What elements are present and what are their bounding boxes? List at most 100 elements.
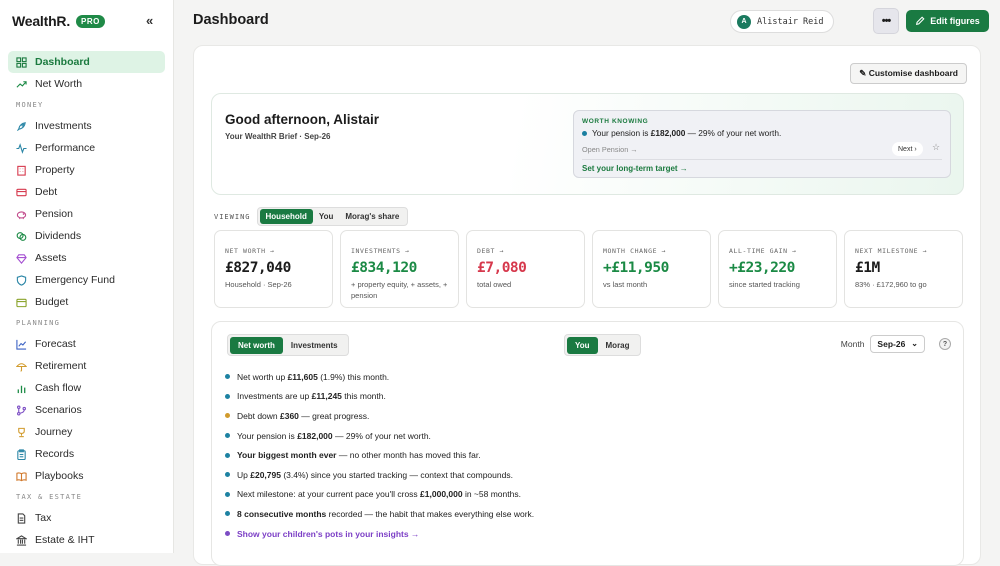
sidebar-item-label: Performance: [35, 142, 96, 154]
worth-knowing-text: Your pension is £182,000 — 29% of your n…: [582, 128, 781, 138]
bullet-dot: [225, 433, 230, 439]
sidebar-item-playbooks[interactable]: Playbooks: [8, 465, 165, 487]
metric-sub: Household · Sep-26: [225, 280, 292, 289]
rocket-icon: [16, 121, 26, 131]
tab-morag[interactable]: Morag: [598, 337, 638, 354]
sidebar-item-forecast[interactable]: Forecast: [8, 333, 165, 355]
edit-figures-button[interactable]: Edit figures: [906, 10, 989, 32]
metric-value: £1M: [855, 260, 880, 276]
sidebar-item-property[interactable]: Property: [8, 159, 165, 181]
sidebar-item-investments[interactable]: Investments: [8, 115, 165, 137]
list-item: Show your children's pots in your insigh…: [225, 524, 534, 544]
metric-sub: vs last month: [603, 280, 648, 289]
chevron-down-icon: ⌄: [911, 339, 918, 348]
tab-you[interactable]: You: [567, 336, 598, 354]
viewing-household[interactable]: Household: [259, 209, 313, 224]
text-bold: £11,245: [311, 391, 342, 402]
sidebar-item-label: Investments: [35, 120, 92, 132]
metric-debt[interactable]: DEBT → £7,080 total owed: [466, 230, 585, 308]
metric-month-change[interactable]: MONTH CHANGE → +£11,950 vs last month: [592, 230, 711, 308]
star-icon[interactable]: ☆: [932, 142, 940, 153]
pulse-icon: [16, 142, 27, 154]
bullet-dot: [582, 130, 587, 136]
text-part: Investments are up: [237, 391, 312, 402]
sidebar-item-emergency-fund[interactable]: Emergency Fund: [8, 269, 165, 291]
collapse-sidebar-icon[interactable]: «: [146, 13, 153, 28]
customise-dashboard-button[interactable]: ✎ Customise dashboard: [850, 63, 967, 84]
insights-tabs: Net worth Investments: [227, 334, 349, 356]
sidebar-item-retirement[interactable]: Retirement: [8, 355, 165, 377]
set-target-link[interactable]: Set your long-term target →: [582, 164, 688, 173]
text-bold: 8 consecutive months: [237, 508, 327, 519]
metric-label: NEXT MILESTONE →: [855, 247, 928, 255]
text-part: — 29% of your net worth.: [332, 430, 431, 441]
open-pension-link[interactable]: Open Pension →: [582, 145, 638, 154]
text-part: — 29% of your net worth.: [685, 128, 782, 138]
sidebar-item-tax[interactable]: Tax: [8, 507, 165, 529]
tab-net-worth[interactable]: Net worth: [230, 336, 283, 354]
text-part: recorded — the habit that makes everythi…: [326, 508, 535, 519]
greeting-subtitle: Your WealthR Brief · Sep-26: [225, 132, 331, 141]
sidebar-item-performance[interactable]: Performance: [8, 137, 165, 159]
brand-name: WealthR.: [12, 13, 71, 29]
user-menu[interactable]: A Alistair Reid: [730, 10, 834, 33]
text-part: (3.4%) since you started tracking — cont…: [280, 469, 513, 480]
metric-investments[interactable]: INVESTMENTS → £834,120 + property equity…: [340, 230, 459, 308]
brand[interactable]: WealthR. PRO: [12, 13, 105, 29]
viewing-morag-share[interactable]: Morag's share: [339, 209, 405, 224]
list-item: Up £20,795 (3.4%) since you started trac…: [225, 465, 534, 485]
credit-card-icon: [16, 188, 27, 196]
bank-icon: [16, 534, 27, 546]
sidebar-item-debt[interactable]: Debt: [8, 181, 165, 203]
text-bold: £182,000: [297, 430, 333, 441]
sidebar-item-journey[interactable]: Journey: [8, 421, 165, 443]
viewing-selector: VIEWING Household You Morag's share: [214, 207, 409, 226]
sidebar: WealthR. PRO « Dashboard Net Worth MONEY…: [0, 0, 174, 553]
divider: [582, 159, 942, 160]
sidebar-item-dividends[interactable]: Dividends: [8, 225, 165, 247]
sidebar-item-label: Records: [35, 448, 75, 460]
sidebar-item-net-worth[interactable]: Net Worth: [8, 73, 165, 95]
bullet-dot: [225, 472, 230, 478]
bullet-dot: [225, 374, 230, 380]
metric-net-worth[interactable]: NET WORTH → £827,040 Household · Sep-26: [214, 230, 333, 308]
metric-label: ALL-TIME GAIN →: [729, 247, 797, 255]
text-part: Your pension is: [592, 128, 651, 138]
show-children-pots-link[interactable]: Show your children's pots in your insigh…: [237, 529, 419, 539]
chart-line-icon: [16, 339, 27, 350]
metric-sub: since started tracking: [729, 280, 800, 289]
text-part: — great progress.: [298, 410, 370, 421]
bullet-dot: [225, 393, 230, 399]
sidebar-item-label: Property: [35, 164, 75, 176]
month-select[interactable]: Sep-26 ⌄: [870, 335, 925, 353]
next-insight-button[interactable]: Next ›: [892, 142, 923, 156]
text-bold: Your biggest month ever: [237, 450, 337, 461]
sidebar-item-dashboard[interactable]: Dashboard: [8, 51, 165, 73]
text-part: — no other month has moved this far.: [336, 450, 481, 461]
metric-value: £7,080: [477, 260, 527, 276]
metric-all-time-gain[interactable]: ALL-TIME GAIN → +£23,220 since started t…: [718, 230, 837, 308]
help-icon[interactable]: ?: [939, 338, 951, 350]
sidebar-item-budget[interactable]: Budget: [8, 291, 165, 313]
sidebar-item-scenarios[interactable]: Scenarios: [8, 399, 165, 421]
metric-next-milestone[interactable]: NEXT MILESTONE → £1M 83% · £172,960 to g…: [844, 230, 963, 308]
dashboard-panel: ✎ Customise dashboard Good afternoon, Al…: [193, 45, 981, 566]
document-icon: [17, 512, 26, 524]
metric-value: +£11,950: [603, 260, 669, 276]
building-icon: [17, 165, 26, 176]
nav-section-money: MONEY: [16, 101, 44, 109]
viewing-you[interactable]: You: [313, 209, 340, 224]
tab-investments[interactable]: Investments: [283, 337, 346, 354]
pencil-icon: [916, 16, 925, 26]
shield-icon: [16, 274, 27, 286]
sidebar-item-label: Journey: [35, 426, 73, 438]
sidebar-item-assets[interactable]: Assets: [8, 247, 165, 269]
sidebar-item-pension[interactable]: Pension: [8, 203, 165, 225]
sidebar-item-label: Cash flow: [35, 382, 82, 394]
more-options-button[interactable]: •••: [873, 8, 899, 34]
sidebar-item-label: Net Worth: [35, 78, 83, 90]
sidebar-item-estate[interactable]: Estate & IHT: [8, 529, 165, 551]
text-bold: £182,000: [650, 128, 686, 138]
sidebar-item-cash-flow[interactable]: Cash flow: [8, 377, 165, 399]
sidebar-item-records[interactable]: Records: [8, 443, 165, 465]
